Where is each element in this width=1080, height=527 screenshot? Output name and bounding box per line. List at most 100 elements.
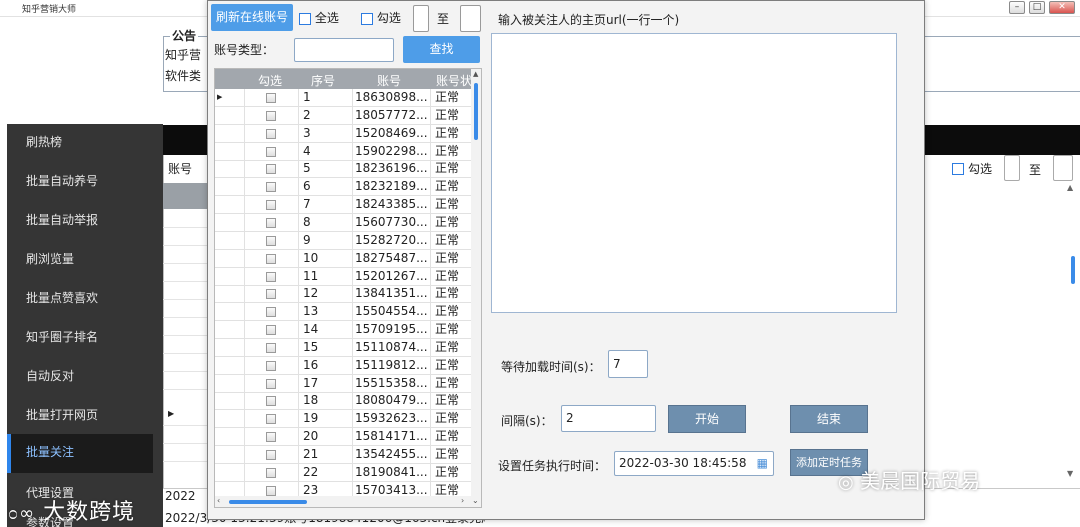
table-row[interactable]: 6 18232189... 正常: [215, 178, 471, 197]
row-checkbox[interactable]: [266, 200, 276, 211]
row-checkbox[interactable]: [266, 93, 276, 103]
sidebar-item-circle-ranking[interactable]: 知乎圈子排名: [7, 319, 153, 358]
row-checkbox[interactable]: [266, 360, 276, 371]
row-checkbox[interactable]: [266, 342, 276, 353]
select-all-toggle[interactable]: 全选: [299, 9, 339, 26]
table-row[interactable]: 5 18236196... 正常: [215, 160, 471, 179]
row-checkbox-cell[interactable]: [245, 178, 299, 196]
sidebar-item-page-views[interactable]: 刷浏览量: [7, 241, 153, 280]
row-checkbox[interactable]: [266, 164, 276, 175]
row-checkbox[interactable]: [266, 325, 276, 336]
wait-time-input[interactable]: 7: [608, 350, 648, 378]
row-checkbox-cell[interactable]: [245, 338, 299, 356]
scroll-right-icon[interactable]: ›: [461, 496, 464, 505]
table-row[interactable]: ▶ 1 18630898... 正常: [215, 89, 471, 107]
calendar-icon[interactable]: ▦: [757, 452, 768, 475]
sidebar-item-auto-oppose[interactable]: 自动反对: [7, 358, 153, 397]
account-type-input[interactable]: [294, 38, 394, 62]
row-checkbox-cell[interactable]: [245, 267, 299, 285]
sidebar-item-open-pages[interactable]: 批量打开网页: [7, 397, 153, 436]
row-checkbox[interactable]: [266, 235, 276, 246]
table-row[interactable]: 12 13841351... 正常: [215, 285, 471, 304]
row-checkbox[interactable]: [266, 110, 276, 121]
row-checkbox-cell[interactable]: [245, 160, 299, 178]
background-range-to-input[interactable]: [1053, 155, 1073, 181]
row-checkbox[interactable]: [266, 182, 276, 193]
row-checkbox[interactable]: [266, 378, 276, 389]
scroll-down-icon[interactable]: ⌄: [472, 496, 479, 505]
scroll-left-icon[interactable]: ‹: [217, 496, 220, 505]
row-checkbox[interactable]: [266, 396, 276, 407]
row-checkbox-cell[interactable]: [245, 356, 299, 374]
check-range-checkbox[interactable]: [361, 12, 373, 25]
interval-input[interactable]: 2: [561, 405, 656, 432]
sidebar-item-batch-follow[interactable]: 批量关注: [7, 434, 153, 473]
row-checkbox[interactable]: [266, 146, 276, 157]
table-row[interactable]: 22 18190841... 正常: [215, 463, 471, 482]
row-checkbox-cell[interactable]: [245, 446, 299, 463]
row-checkbox-cell[interactable]: [245, 374, 299, 392]
row-checkbox-cell[interactable]: [245, 392, 299, 410]
row-checkbox-cell[interactable]: [245, 249, 299, 267]
row-checkbox-cell[interactable]: [245, 142, 299, 160]
table-row[interactable]: 9 15282720... 正常: [215, 231, 471, 250]
table-row[interactable]: 2 18057772... 正常: [215, 106, 471, 125]
table-row[interactable]: 14 15709195... 正常: [215, 321, 471, 340]
row-checkbox-cell[interactable]: [245, 124, 299, 142]
background-scrollbar[interactable]: ▲ ▼: [1064, 183, 1080, 483]
row-checkbox-cell[interactable]: [245, 410, 299, 428]
table-row[interactable]: 21 13542455... 正常: [215, 446, 471, 464]
row-checkbox-cell[interactable]: [245, 89, 299, 106]
row-checkbox[interactable]: [266, 485, 276, 496]
checkbox[interactable]: [952, 162, 964, 175]
table-row[interactable]: 8 15607730... 正常: [215, 213, 471, 232]
row-checkbox-cell[interactable]: [245, 213, 299, 231]
sidebar-item-auto-report[interactable]: 批量自动举报: [7, 202, 153, 241]
range-from-input[interactable]: [413, 5, 429, 32]
minimize-icon[interactable]: –: [1009, 1, 1025, 14]
sidebar-item-batch-like[interactable]: 批量点赞喜欢: [7, 280, 153, 319]
table-row[interactable]: 7 18243385... 正常: [215, 196, 471, 215]
row-checkbox-cell[interactable]: [245, 231, 299, 249]
row-checkbox-cell[interactable]: [245, 428, 299, 446]
row-checkbox[interactable]: [266, 253, 276, 264]
check-range-toggle[interactable]: 勾选: [361, 9, 401, 26]
table-row[interactable]: 20 15814171... 正常: [215, 428, 471, 447]
search-button[interactable]: 查找: [403, 36, 480, 63]
row-checkbox[interactable]: [266, 414, 276, 425]
end-button[interactable]: 结束: [790, 405, 868, 433]
table-row[interactable]: 3 15208469... 正常: [215, 124, 471, 143]
row-checkbox[interactable]: [266, 450, 276, 460]
table-row[interactable]: 18 18080479... 正常: [215, 392, 471, 411]
table-row[interactable]: 13 15504554... 正常: [215, 303, 471, 322]
table-row[interactable]: 16 15119812... 正常: [215, 356, 471, 375]
row-checkbox-cell[interactable]: [245, 196, 299, 214]
row-checkbox-cell[interactable]: [245, 285, 299, 303]
table-row[interactable]: 19 15932623... 正常: [215, 410, 471, 429]
grid-horizontal-scrollbar[interactable]: ‹ › ⌄: [215, 496, 481, 507]
table-row[interactable]: 10 18275487... 正常: [215, 249, 471, 268]
scroll-up-icon[interactable]: ▲: [473, 70, 478, 78]
scroll-thumb[interactable]: [474, 83, 478, 140]
schedule-datetime-input[interactable]: 2022-03-30 18:45:58 ▦: [614, 451, 774, 476]
grid-vertical-scrollbar[interactable]: ▲: [471, 69, 481, 496]
sidebar-item-hot-list[interactable]: 刷热榜: [7, 124, 153, 163]
row-checkbox[interactable]: [266, 217, 276, 228]
maximize-icon[interactable]: □: [1029, 1, 1045, 14]
sidebar-item-auto-nurture[interactable]: 批量自动养号: [7, 163, 153, 202]
row-checkbox[interactable]: [266, 467, 276, 478]
background-range-from-input[interactable]: [1004, 155, 1020, 181]
table-row[interactable]: 17 15515358... 正常: [215, 374, 471, 393]
background-check-toggle[interactable]: 勾选: [952, 160, 992, 177]
close-icon[interactable]: ✕: [1049, 1, 1075, 14]
url-textarea[interactable]: [491, 33, 897, 313]
table-row[interactable]: 15 15110874... 正常: [215, 338, 471, 357]
scroll-up-icon[interactable]: ▲: [1067, 183, 1073, 192]
row-checkbox[interactable]: [266, 432, 276, 443]
row-checkbox[interactable]: [266, 289, 276, 300]
row-checkbox[interactable]: [266, 307, 276, 318]
row-checkbox-cell[interactable]: [245, 106, 299, 124]
row-checkbox-cell[interactable]: [245, 463, 299, 481]
row-checkbox-cell[interactable]: [245, 321, 299, 339]
scroll-down-icon[interactable]: ▼: [1067, 469, 1073, 478]
